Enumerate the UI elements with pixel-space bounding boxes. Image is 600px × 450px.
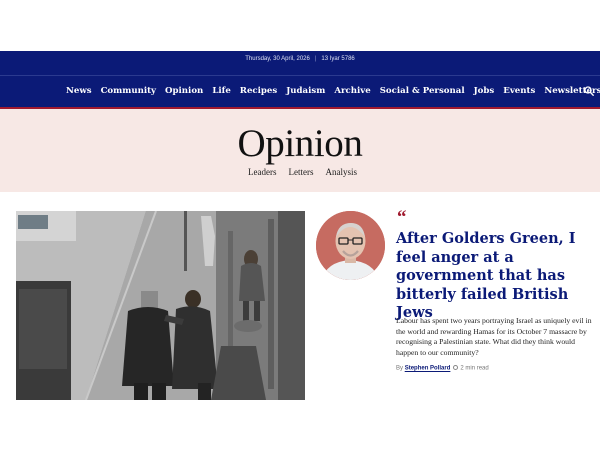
author-portrait <box>316 211 385 280</box>
quote-icon: “ <box>397 207 407 228</box>
dateline: Thursday, 30 April, 2026 | 13 Iyar 5786 <box>245 56 355 62</box>
author-link[interactable]: Stephen Pollard <box>405 366 451 372</box>
byline-prefix: By <box>396 365 404 372</box>
subnav-item-letters[interactable]: Letters <box>288 167 313 177</box>
section-header: Opinion Leaders Letters Analysis <box>0 109 600 192</box>
nav-item-events[interactable]: Events <box>503 86 535 96</box>
nav-item-jobs[interactable]: Jobs <box>474 86 495 96</box>
subnav-item-analysis[interactable]: Analysis <box>325 167 357 177</box>
nav-item-archive[interactable]: Archive <box>334 86 370 96</box>
subnav-item-leaders[interactable]: Leaders <box>248 167 276 177</box>
nav-item-news[interactable]: News <box>66 86 92 96</box>
main-nav: News Community Opinion Life Recipes Juda… <box>66 86 600 96</box>
search-icon[interactable] <box>584 86 594 96</box>
nav-item-social-personal[interactable]: Social & Personal <box>380 86 465 96</box>
nav-item-opinion[interactable]: Opinion <box>165 86 203 96</box>
author-avatar[interactable] <box>316 211 385 280</box>
article-image[interactable] <box>16 211 305 400</box>
clock-icon <box>453 365 459 370</box>
nav-item-life[interactable]: Life <box>212 86 230 96</box>
date-text: Thursday, 30 April, 2026 <box>245 56 310 62</box>
top-bar: Thursday, 30 April, 2026 | 13 Iyar 5786 Ne… <box>0 51 600 107</box>
nav-item-recipes[interactable]: Recipes <box>240 86 277 96</box>
nav-item-community[interactable]: Community <box>101 86 156 96</box>
article-standfirst: Labour has spent two years portraying Is… <box>396 316 592 357</box>
page-title: Opinion <box>237 122 363 165</box>
article-headline[interactable]: After Golders Green, I feel anger at a g… <box>396 230 591 323</box>
read-time: 2 min read <box>460 365 489 372</box>
divider <box>0 75 600 76</box>
article-byline: By Stephen Pollard 2 min read <box>396 365 489 372</box>
street-scene-image <box>16 211 305 400</box>
section-subnav: Leaders Letters Analysis <box>248 167 357 177</box>
hebrew-date-text: 13 Iyar 5786 <box>321 56 355 62</box>
nav-item-judaism[interactable]: Judaism <box>286 86 325 96</box>
